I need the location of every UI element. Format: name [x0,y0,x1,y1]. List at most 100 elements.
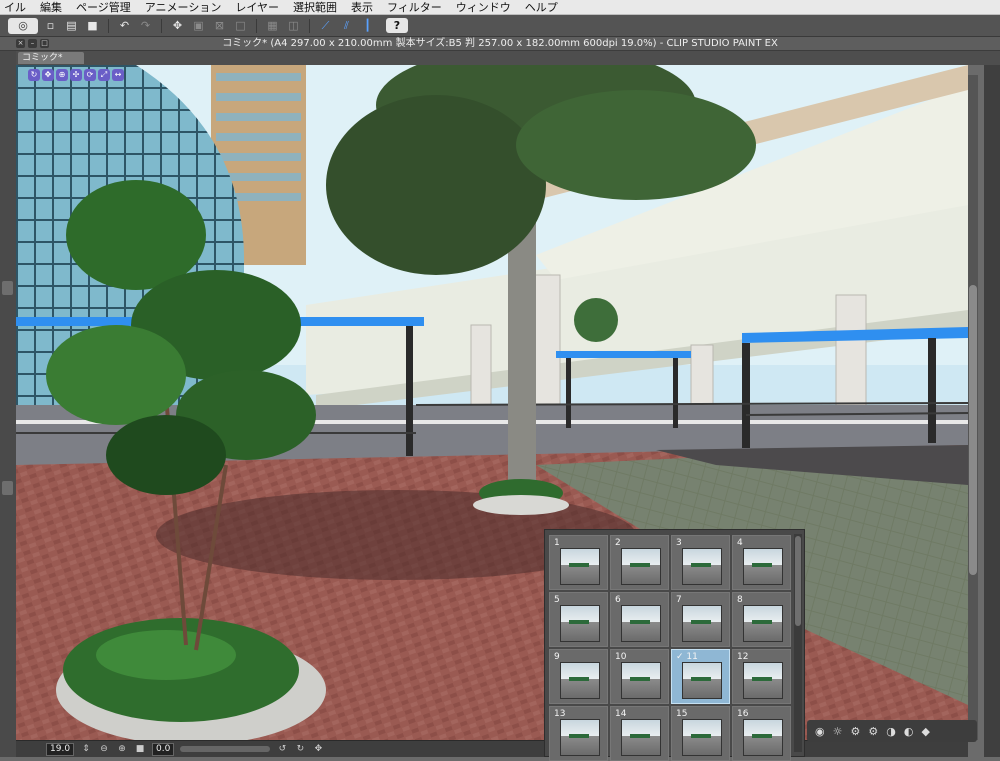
camera-zoom-icon[interactable]: ⊕ [56,69,68,81]
menu-filter[interactable]: フィルター [387,0,442,15]
canvas-scrollbar-thumb[interactable] [969,285,977,575]
page-thumbnail[interactable]: 1 [549,535,608,590]
menu-file[interactable]: イル [4,0,26,15]
page-preview-image [621,719,661,756]
zoom-slider[interactable] [180,746,271,752]
page-thumbnail[interactable]: 5 [549,592,608,647]
object-slide-icon[interactable]: ↔ [112,69,124,81]
page-thumbnail[interactable]: 15 [671,706,730,761]
object-move-icon[interactable]: ✣ [70,69,82,81]
rotate-right-icon[interactable]: ↻ [294,744,306,755]
scene-render [16,65,968,740]
page-number: 4 [737,538,743,548]
select-all-icon[interactable]: ▣ [190,18,207,34]
page-number: 9 [554,652,560,662]
deselect-icon[interactable]: ⊠ [211,18,228,34]
separator [309,18,310,33]
crop-icon[interactable]: ◫ [285,18,302,34]
page-list-scrollbar[interactable] [794,534,802,752]
palette-handle[interactable] [2,481,13,495]
3d-camera-controls: ↻ ✥ ⊕ ✣ ⟳ ⤢ ↔ [28,69,124,81]
menu-animation[interactable]: アニメーション [145,0,222,15]
menu-help[interactable]: ヘルプ [525,0,558,15]
page-number: 15 [676,709,688,719]
camera-pan-icon[interactable]: ✥ [42,69,54,81]
rotation-field[interactable]: 0.0 [152,742,175,756]
page-preview-image [621,662,661,699]
page-thumbnail[interactable]: 14 [610,706,669,761]
page-preview-image [682,719,722,756]
page-preview-image [560,605,600,642]
ruler-snap-icon[interactable]: ⟋ [317,18,334,34]
window-title: コミック* (A4 297.00 x 210.00mm 製本サイズ:B5 判 2… [222,38,778,49]
settings-gear-icon[interactable]: ⚙ [850,725,860,738]
command-bar: ◎ ▫ ▤ ■ ↶ ↷ ✥ ▣ ⊠ □ ▦ ◫ ⟋ ⫽ ┃ ? [0,15,1000,37]
export-icon[interactable]: ◆ [921,725,929,738]
layer-property-strip: ◉ ☼ ⚙ ⚙ ◑ ◐ ◆ [807,720,977,742]
page-thumbnail[interactable]: 13 [549,706,608,761]
help-button[interactable]: ? [386,18,408,33]
rotate-left-icon[interactable]: ↺ [276,744,288,755]
page-number: 5 [554,595,560,605]
page-thumbnail[interactable]: 3 [671,535,730,590]
page-preview-image [743,719,783,756]
preset-icon[interactable]: ⚙ [868,725,878,738]
menu-window[interactable]: ウィンドウ [456,0,511,15]
fit-icon[interactable]: ■ [134,744,146,755]
page-thumbnail[interactable]: 8 [732,592,791,647]
zoom-field[interactable]: 19.0 [46,742,75,756]
camera-icon[interactable]: ◉ [815,725,825,738]
page-number: 12 [737,652,749,662]
canvas-scrollbar[interactable] [968,75,978,740]
page-thumbnail[interactable]: 2 [610,535,669,590]
page-thumbnail[interactable]: 6 [610,592,669,647]
palette-handle[interactable] [2,281,13,295]
save-icon[interactable]: ■ [84,18,101,34]
page-list-scrollbar-thumb[interactable] [795,536,801,626]
menu-page[interactable]: ページ管理 [76,0,131,15]
page-preview-image [621,605,661,642]
menu-layer[interactable]: レイヤー [235,0,279,15]
page-preview-image [621,548,661,585]
fill-icon[interactable]: ▦ [264,18,281,34]
menu-edit[interactable]: 編集 [40,0,62,15]
zoom-in-icon[interactable]: ⊕ [116,744,128,755]
page-number: 1 [554,538,560,548]
app-logo-icon[interactable]: ◎ [8,17,38,34]
page-thumbnail[interactable]: 10 [610,649,669,704]
document-tab[interactable]: コミック* [18,52,84,64]
document-tab-bar: コミック* [16,51,1000,65]
menu-view[interactable]: 表示 [351,0,373,15]
page-thumbnail[interactable]: 16 [732,706,791,761]
canvas[interactable]: ↻ ✥ ⊕ ✣ ⟳ ⤢ ↔ [16,65,968,740]
texture-icon[interactable]: ◐ [904,725,914,738]
material-icon[interactable]: ◑ [886,725,896,738]
camera-rotate-icon[interactable]: ↻ [28,69,40,81]
new-file-icon[interactable]: ▫ [42,18,59,34]
page-manager-panel: 1 2 3 4 5 6 7 8 9 10 ✓ 11 12 13 14 15 16 [544,529,805,761]
zoom-out-icon[interactable]: ⊖ [98,744,110,755]
separator [108,18,109,33]
undo-icon[interactable]: ↶ [116,18,133,34]
page-thumbnail-selected[interactable]: ✓ 11 [671,649,730,704]
page-thumbnail[interactable]: 7 [671,592,730,647]
redo-icon[interactable]: ↷ [137,18,154,34]
page-thumbnail[interactable]: 12 [732,649,791,704]
page-thumbnail[interactable]: 9 [549,649,608,704]
open-file-icon[interactable]: ▤ [63,18,80,34]
transform-icon[interactable]: ✥ [169,18,186,34]
page-number: 14 [615,709,627,719]
object-scale-icon[interactable]: ⤢ [98,69,110,81]
menu-selection[interactable]: 選択範囲 [293,0,337,15]
special-ruler-snap-icon[interactable]: ⫽ [338,18,355,34]
clear-icon[interactable]: □ [232,18,249,34]
reset-rotation-icon[interactable]: ✥ [312,744,324,755]
object-rotate-icon[interactable]: ⟳ [84,69,96,81]
zoom-stepper-icon[interactable]: ⇕ [80,744,92,755]
page-thumbnail[interactable]: 4 [732,535,791,590]
left-palette-strip [0,51,17,757]
grid-snap-icon[interactable]: ┃ [359,18,376,34]
page-number: 10 [615,652,627,662]
page-preview-image [682,548,722,585]
light-icon[interactable]: ☼ [833,725,843,738]
